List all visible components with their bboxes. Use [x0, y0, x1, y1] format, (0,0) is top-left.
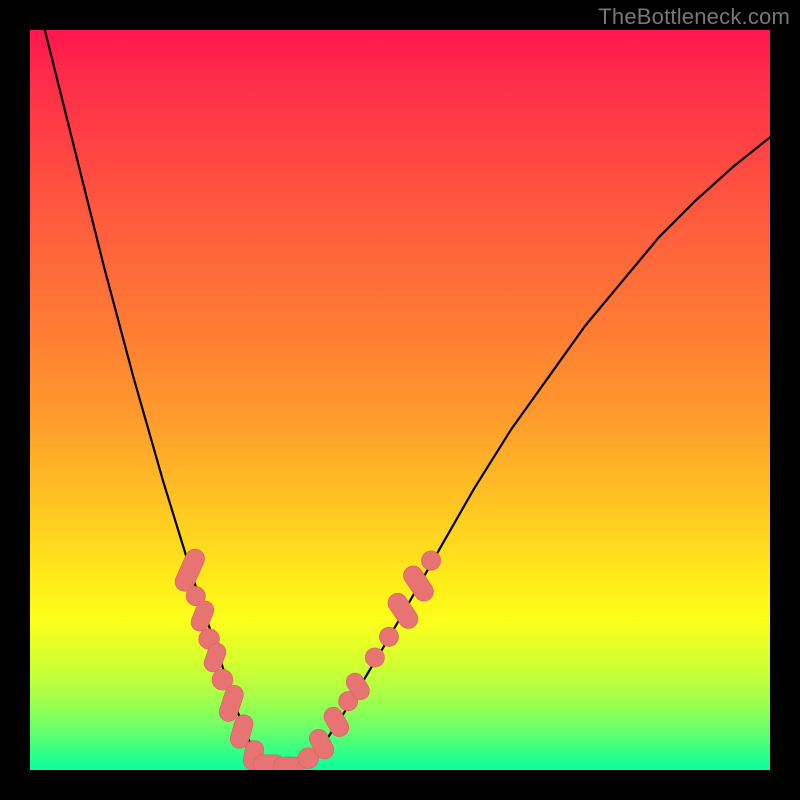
data-marker	[379, 627, 398, 646]
chart-plot-area	[30, 30, 770, 770]
data-marker	[421, 551, 440, 570]
chart-svg	[30, 30, 770, 770]
data-markers	[172, 546, 441, 770]
watermark-text: TheBottleneck.com	[598, 4, 790, 30]
data-marker	[365, 648, 384, 667]
bottleneck-curve	[45, 30, 770, 770]
data-marker	[172, 546, 208, 594]
chart-frame: TheBottleneck.com	[0, 0, 800, 800]
